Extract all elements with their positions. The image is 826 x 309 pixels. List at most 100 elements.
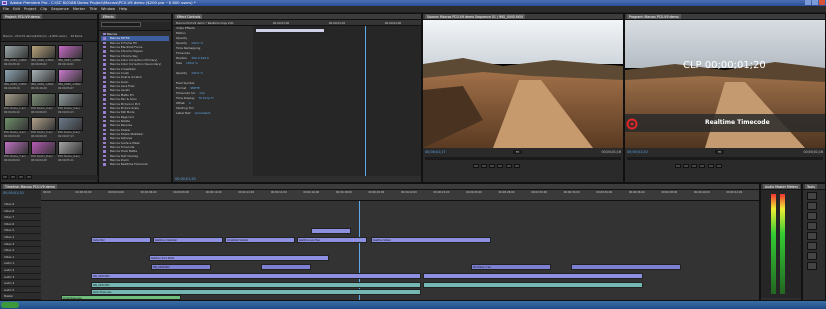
project-item[interactable]: PCU Demo_8.avi 00;00;04;28 xyxy=(31,141,56,163)
tab-program[interactable]: Program: Macros PCU-V9 demo xyxy=(627,14,681,19)
minimize-button[interactable] xyxy=(805,0,811,5)
program-timecode-left[interactable]: 00;00;01;20 xyxy=(627,150,648,154)
step-back-button[interactable] xyxy=(473,164,479,168)
project-item[interactable]: PCU Demo_4.avi 00;00;03;29 xyxy=(4,117,29,139)
project-item[interactable]: PCU Demo_1.avi 00;00;06;22 xyxy=(4,93,29,115)
track-header[interactable]: Video 8 xyxy=(1,207,41,215)
step-forward-button[interactable] xyxy=(691,164,698,168)
new-bin-button[interactable] xyxy=(18,175,25,179)
project-item[interactable]: PCU Demo_2.avi 00;00;06;03 xyxy=(31,93,56,115)
clip-v6-e[interactable]: Realtime Shaker xyxy=(371,237,491,243)
clip-v2-c[interactable]: PCU Demo_7.avi xyxy=(471,264,551,270)
clip-v2-b[interactable] xyxy=(261,264,311,270)
step-back-button[interactable] xyxy=(675,164,681,168)
play-button[interactable] xyxy=(683,164,690,168)
project-item[interactable]: IMG_0049_1.MOV 00;00;16;20 xyxy=(31,69,56,91)
clip-v1-a[interactable]: IMG_0045.MOV xyxy=(91,273,421,279)
slip-tool-icon[interactable] xyxy=(807,232,817,240)
track-header[interactable]: Video 2 xyxy=(1,247,41,254)
source-timecode-left[interactable]: 00;00;01;17 xyxy=(425,150,446,154)
tab-timeline[interactable]: Timeline: Macros PCU-V9 demo xyxy=(3,184,57,189)
project-item[interactable]: IMG_0046_1.MOV 00;00;06;02 xyxy=(31,45,56,67)
project-item[interactable]: PCU Demo_6.avi 00;00;07;13 xyxy=(58,117,83,139)
track-header[interactable]: Video 6 xyxy=(1,220,41,228)
ec-property-value[interactable]: Autodetect xyxy=(195,111,211,116)
track-header[interactable]: Video 5 xyxy=(1,227,41,234)
menu-item-file[interactable]: File xyxy=(3,6,9,12)
project-item[interactable]: IMG_0050_1.MOV 00;00;05;07 xyxy=(58,69,83,91)
menu-item-help[interactable]: Help xyxy=(119,6,127,12)
pen-tool-icon[interactable] xyxy=(807,242,817,250)
project-item[interactable]: PCU Demo_9.avi 00;00;05;11 xyxy=(58,141,83,163)
play-button[interactable] xyxy=(481,164,488,168)
track-header[interactable]: Video 1 xyxy=(1,253,41,261)
lift-button[interactable] xyxy=(707,164,714,168)
menu-item-project[interactable]: Project xyxy=(24,6,36,12)
clip-v2-d[interactable] xyxy=(571,264,681,270)
menu-item-window[interactable]: Window xyxy=(101,6,115,12)
clip-a1-a[interactable]: IMG_0045.MOV xyxy=(91,282,421,288)
tab-project[interactable]: Project: PCU-V9 demo xyxy=(3,14,42,19)
track-header[interactable]: Video 3 xyxy=(1,240,41,248)
track-header[interactable]: Audio 5 xyxy=(1,286,41,294)
clip-v6-c[interactable]: Crossfader Shaders xyxy=(225,237,295,243)
selection-tool-icon[interactable] xyxy=(807,192,817,200)
clip-v6-b[interactable]: Realtime Crossfader xyxy=(153,237,223,243)
start-button[interactable] xyxy=(1,302,19,308)
step-forward-button[interactable] xyxy=(489,164,496,168)
project-item[interactable]: PCU Demo_7.avi 00;00;06;04 xyxy=(4,141,29,163)
track-header[interactable]: Audio 2 xyxy=(1,266,41,274)
project-item[interactable]: IMG_0047_1.MOV 00;00;10;01 xyxy=(58,45,83,67)
zoom-tool-icon[interactable] xyxy=(807,262,817,270)
clip-v1-b[interactable] xyxy=(423,273,643,279)
ec-property-row[interactable]: Label Text Autodetect xyxy=(173,111,253,116)
ec-property-value[interactable]: 30 Drop Fr xyxy=(199,96,214,101)
project-item[interactable]: PCU Demo_5.avi 00;00;09;20 xyxy=(31,117,56,139)
hand-tool-icon[interactable] xyxy=(807,252,817,260)
list-view-button[interactable] xyxy=(2,175,8,179)
loop-button[interactable] xyxy=(497,164,504,168)
track-header[interactable]: Video 4 xyxy=(1,233,41,241)
track-select-tool-icon[interactable] xyxy=(807,202,817,210)
effects-search-input[interactable] xyxy=(101,22,141,27)
clip-v3-a[interactable]: Realtime Track Matte xyxy=(149,255,329,261)
source-time-ruler[interactable] xyxy=(425,157,621,160)
tab-effects[interactable]: Effects xyxy=(101,14,116,19)
tab-effect-controls[interactable]: Effect Controls xyxy=(175,14,203,19)
insert-button[interactable] xyxy=(505,164,512,168)
track-header[interactable]: Audio 4 xyxy=(1,280,41,287)
ec-property-value[interactable]: 100.0 % xyxy=(191,71,203,76)
program-time-ruler[interactable] xyxy=(627,157,823,160)
menu-item-clip[interactable]: Clip xyxy=(40,6,47,12)
tab-tools[interactable]: Tools xyxy=(805,184,817,189)
project-item[interactable]: IMG_0048_1.MOV 00;00;08;19 xyxy=(4,69,29,91)
ec-footer-timecode[interactable]: 00;00;01;20 xyxy=(175,177,196,181)
menu-item-sequence[interactable]: Sequence xyxy=(51,6,69,12)
program-zoom-select[interactable]: Fit xyxy=(715,150,725,154)
timeline-ruler[interactable]: 00;00 00;00;02;00 00;00;04;00 00;00;06;00 00… xyxy=(41,190,759,201)
extract-button[interactable] xyxy=(715,164,722,168)
clip-a5-a[interactable]: Crowd Noise.wav xyxy=(61,295,181,300)
source-zoom-select[interactable]: Fit xyxy=(513,150,523,154)
ec-playhead[interactable] xyxy=(365,26,366,176)
loop-button[interactable] xyxy=(699,164,706,168)
track-header[interactable]: Master xyxy=(1,293,41,300)
menu-item-title[interactable]: Title xyxy=(89,6,97,12)
track-header[interactable]: Video 7 xyxy=(1,214,41,221)
delete-button[interactable] xyxy=(26,175,33,179)
clip-v7-a[interactable] xyxy=(311,228,351,234)
project-item[interactable]: IMG_0045_1.MOV 00;00;28;10 xyxy=(4,45,29,67)
clip-a1-b[interactable] xyxy=(423,282,643,288)
track-header[interactable]: Audio 1 xyxy=(1,260,41,267)
razor-tool-icon[interactable] xyxy=(807,222,817,230)
tab-source[interactable]: Source: Macros PCU-V9 demo Sequence 01 /… xyxy=(425,14,526,19)
clip-v2-a[interactable]: IMG_0048.MOV xyxy=(151,264,211,270)
close-button[interactable] xyxy=(819,0,825,5)
project-item[interactable]: PCU Demo_3.avi 00;00;04;13 xyxy=(58,93,83,115)
ec-property-value[interactable]: 100.0 % xyxy=(186,61,198,66)
timeline-current-timecode[interactable]: 00;00;01;20 xyxy=(3,191,24,195)
ripple-edit-tool-icon[interactable] xyxy=(807,212,817,220)
menu-item-marker[interactable]: Marker xyxy=(73,6,85,12)
icon-view-button[interactable] xyxy=(10,175,17,179)
track-header[interactable]: Audio 3 xyxy=(1,273,41,281)
